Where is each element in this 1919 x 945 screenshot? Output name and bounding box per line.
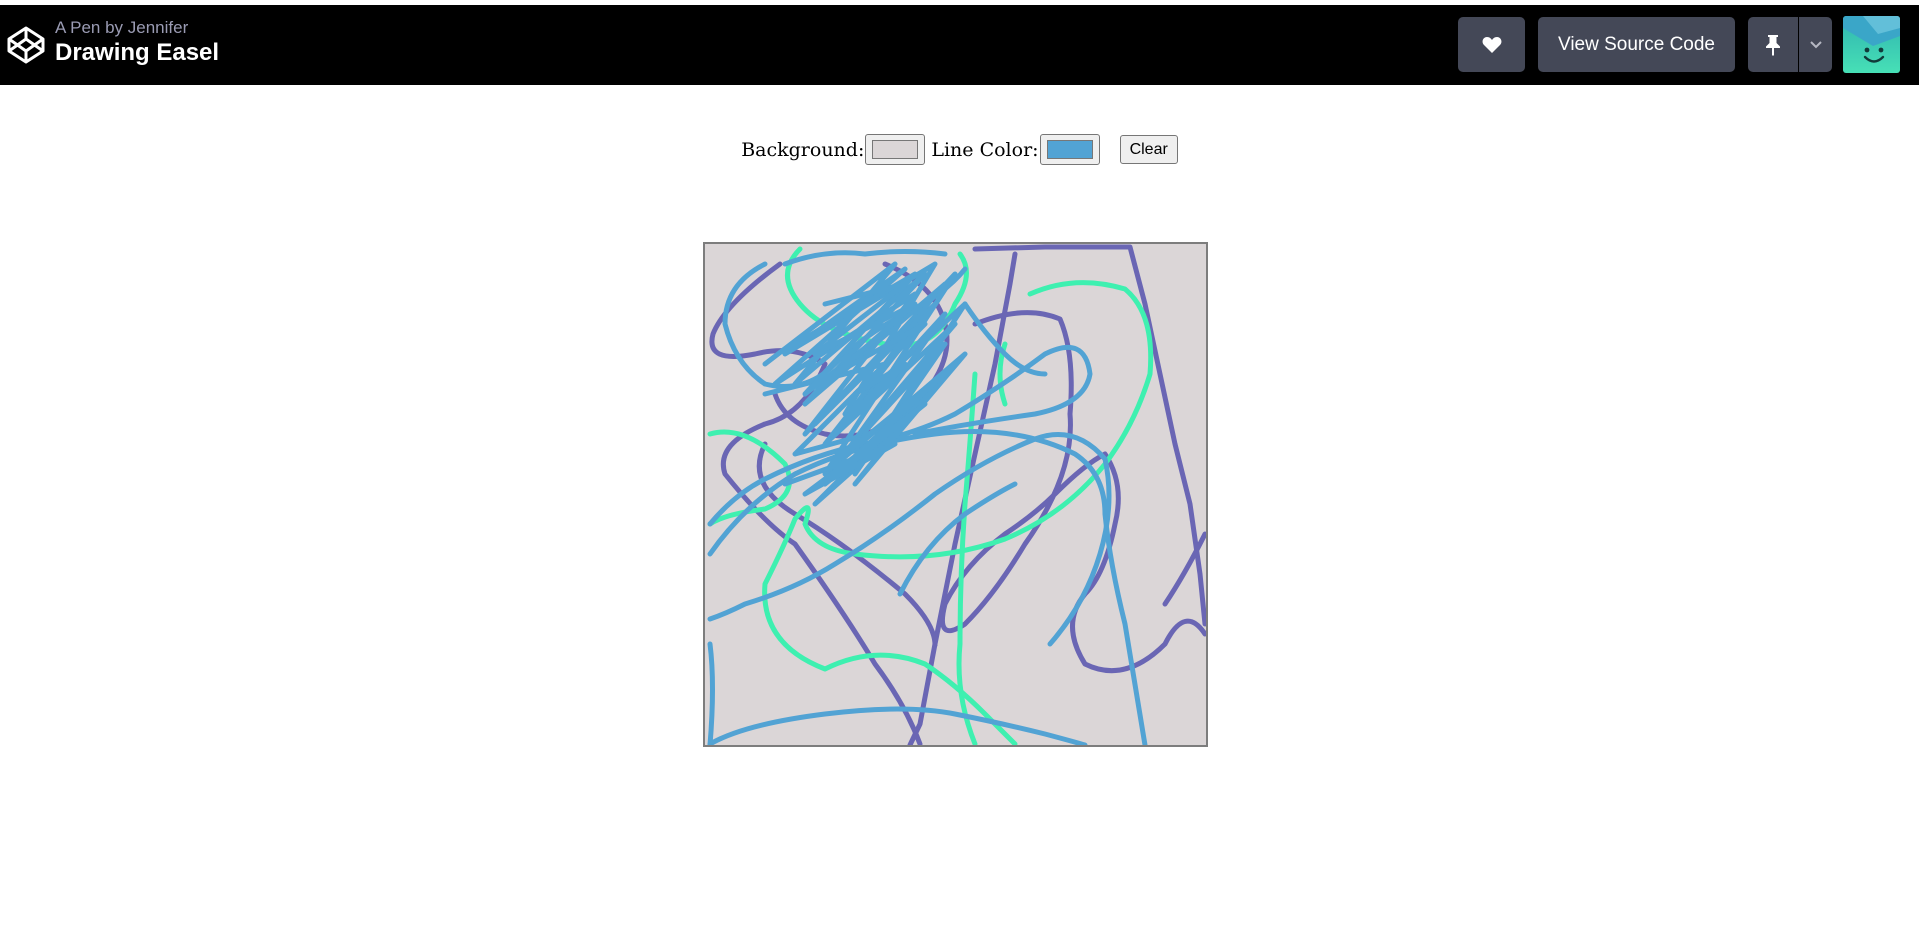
- line-color-label: Line Color:: [931, 138, 1039, 161]
- pen-title-block: A Pen by Jennifer Drawing Easel: [55, 18, 219, 68]
- pen-byline[interactable]: A Pen by Jennifer: [55, 18, 219, 38]
- codepen-header: A Pen by Jennifer Drawing Easel View Sou…: [0, 5, 1919, 85]
- pin-button[interactable]: [1748, 17, 1798, 72]
- line-color-swatch: [1046, 140, 1093, 159]
- like-button[interactable]: [1458, 17, 1525, 72]
- background-label: Background:: [741, 138, 865, 161]
- pen-title: Drawing Easel: [55, 39, 220, 66]
- view-source-button[interactable]: View Source Code: [1538, 17, 1735, 72]
- pin-icon: [1766, 34, 1780, 56]
- easel-controls: Background: Line Color: Clear: [0, 134, 1919, 165]
- pin-dropdown-button[interactable]: [1799, 17, 1832, 72]
- drawing-canvas[interactable]: [703, 242, 1208, 747]
- heart-icon: [1482, 36, 1501, 53]
- codepen-logo-icon[interactable]: [6, 25, 46, 65]
- clear-button[interactable]: Clear: [1119, 135, 1178, 164]
- background-color-swatch: [872, 140, 919, 159]
- chevron-down-icon: [1809, 40, 1822, 48]
- avatar[interactable]: [1843, 16, 1900, 73]
- background-color-picker[interactable]: [865, 134, 926, 165]
- line-color-picker[interactable]: [1039, 134, 1100, 165]
